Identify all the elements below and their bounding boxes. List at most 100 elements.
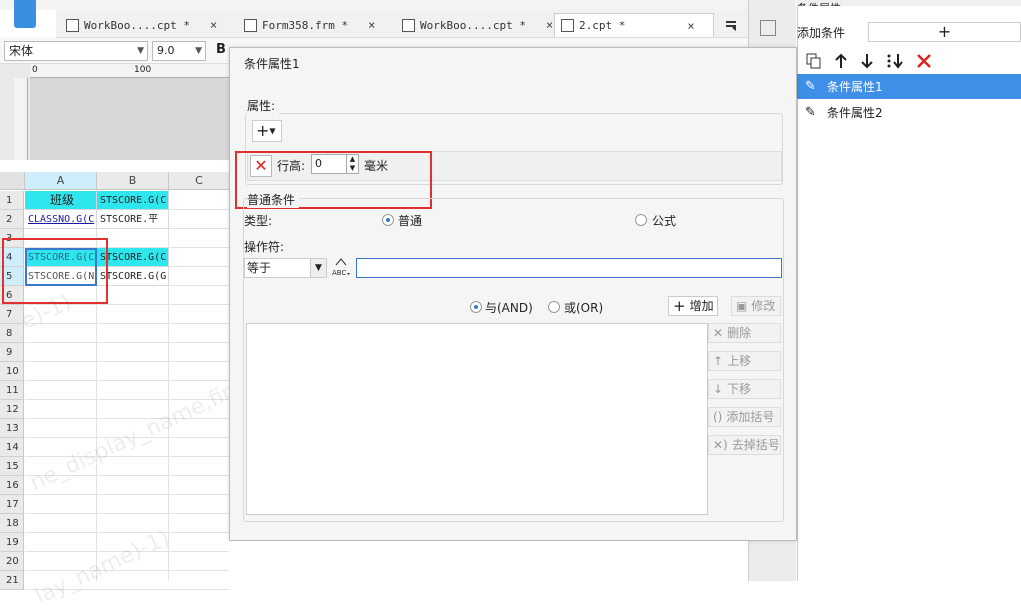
- add-condition-button[interactable]: +: [868, 22, 1021, 42]
- type-ordinary-label[interactable]: 普通: [398, 212, 422, 229]
- close-icon[interactable]: ×: [368, 18, 375, 32]
- row-header[interactable]: 18: [0, 514, 24, 533]
- font-size-select[interactable]: 9.0 ▼: [152, 41, 206, 61]
- grid-line: [25, 532, 230, 533]
- type-formula-radio[interactable]: [635, 214, 647, 226]
- title-bar: [0, 0, 748, 10]
- logic-and-radio[interactable]: [470, 301, 482, 313]
- close-icon: ✕: [713, 326, 724, 340]
- move-up-button[interactable]: ↑ 上移: [708, 351, 781, 371]
- delete-button-label: 删除: [727, 326, 752, 340]
- grid-icon: [402, 18, 415, 32]
- row-header[interactable]: 1: [0, 191, 24, 210]
- column-header-a[interactable]: A: [25, 172, 97, 190]
- cell-a2[interactable]: CLASSNO.G(C: [25, 210, 97, 229]
- condition-item-2[interactable]: ✎ 条件属性2: [797, 100, 1021, 125]
- remove-bracket-icon: ✕): [713, 438, 728, 452]
- add-button[interactable]: + 增加: [668, 296, 718, 316]
- chevron-down-icon: ▼: [137, 46, 144, 56]
- row-header[interactable]: 9: [0, 343, 24, 362]
- cell-a1[interactable]: 班级: [25, 191, 97, 210]
- arrow-up-icon: ↑: [713, 354, 724, 368]
- close-icon[interactable]: ×: [546, 18, 553, 32]
- ruler-mark: 100: [134, 65, 152, 75]
- operator-value: 等于: [247, 261, 272, 275]
- edit-button[interactable]: ▣ 修改: [731, 296, 781, 316]
- arrow-down-icon: ↓: [713, 382, 724, 396]
- spreadsheet-grid[interactable]: [0, 172, 230, 581]
- row-header[interactable]: 19: [0, 533, 24, 552]
- row-header[interactable]: 10: [0, 362, 24, 381]
- tab-2-cpt[interactable]: 2.cpt * ×: [554, 13, 714, 37]
- select-all-corner[interactable]: [0, 172, 25, 190]
- logic-and-label[interactable]: 与(AND): [485, 299, 533, 316]
- row-header[interactable]: 14: [0, 438, 24, 457]
- condition-list[interactable]: [246, 323, 708, 515]
- grid-line: [25, 323, 230, 324]
- row-header[interactable]: 15: [0, 457, 24, 476]
- close-icon[interactable]: ×: [687, 19, 694, 33]
- tab-label: WorkBoo....cpt *: [84, 18, 190, 32]
- grid-line: [25, 361, 230, 362]
- row-header[interactable]: 2: [0, 210, 24, 229]
- move-up-label: 上移: [727, 354, 752, 368]
- row-header[interactable]: 16: [0, 476, 24, 495]
- grid-line: [25, 494, 230, 495]
- svg-text:ABC: ABC: [332, 269, 346, 277]
- type-formula-label[interactable]: 公式: [652, 212, 676, 229]
- copy-icon[interactable]: [806, 53, 822, 69]
- tab-workbook-1[interactable]: WorkBoo....cpt * ×: [66, 13, 217, 37]
- condition-toolbar: [800, 50, 1020, 72]
- cell-b1[interactable]: STSCORE.G(C: [97, 191, 169, 210]
- pencil-icon: ✎: [805, 105, 816, 120]
- logic-or-label[interactable]: 或(OR): [564, 299, 603, 316]
- tab-label: Form358.frm *: [262, 18, 349, 32]
- app-logo-icon[interactable]: [14, 0, 36, 28]
- operator-select[interactable]: 等于 ▼: [244, 258, 327, 278]
- bold-button[interactable]: B: [216, 42, 226, 57]
- value-type-icon[interactable]: ABC: [332, 257, 352, 279]
- type-ordinary-radio[interactable]: [382, 214, 394, 226]
- delete-button[interactable]: ✕ 删除: [708, 323, 781, 343]
- dialog-title: 条件属性1: [244, 57, 300, 71]
- row-header[interactable]: 17: [0, 495, 24, 514]
- add-bracket-label: 添加括号: [726, 410, 775, 424]
- form-icon: [244, 18, 257, 32]
- font-family-select[interactable]: 宋体 ▼: [4, 41, 148, 61]
- add-condition-label: 添加条件: [797, 26, 846, 40]
- canvas-area[interactable]: [30, 78, 230, 160]
- row-header[interactable]: 12: [0, 400, 24, 419]
- font-value: 宋体: [9, 44, 34, 58]
- column-header-c[interactable]: C: [169, 172, 230, 190]
- arrow-up-icon[interactable]: [834, 53, 848, 69]
- row-header[interactable]: 8: [0, 324, 24, 343]
- move-down-button[interactable]: ↓ 下移: [708, 379, 781, 399]
- logic-or-radio[interactable]: [548, 301, 560, 313]
- column-header-b[interactable]: B: [97, 172, 169, 190]
- remove-bracket-button[interactable]: ✕) 去掉括号: [708, 435, 781, 455]
- arrow-down-icon[interactable]: [860, 53, 874, 69]
- cell-b2[interactable]: STSCORE.平: [97, 210, 169, 229]
- close-icon[interactable]: ×: [210, 18, 217, 32]
- move-bottom-icon[interactable]: [886, 53, 904, 69]
- grid-line: [25, 570, 230, 571]
- tab-workbook-2[interactable]: WorkBoo....cpt * ×: [402, 13, 553, 37]
- add-attribute-button[interactable]: +▼: [252, 120, 282, 142]
- operator-label: 操作符:: [244, 240, 285, 254]
- normal-condition-label: 普通条件: [247, 191, 300, 208]
- tab-form358[interactable]: Form358.frm * ×: [244, 13, 375, 37]
- edit-button-label: 修改: [751, 299, 776, 313]
- add-bracket-button[interactable]: () 添加括号: [708, 407, 781, 427]
- row-header[interactable]: 11: [0, 381, 24, 400]
- condition-item-1[interactable]: ✎ 条件属性1: [797, 74, 1021, 99]
- value-input[interactable]: [356, 258, 782, 278]
- plus-icon: +: [256, 121, 270, 140]
- chevron-down-icon: ▼: [310, 259, 326, 277]
- row-header[interactable]: 20: [0, 552, 24, 571]
- row-header[interactable]: 13: [0, 419, 24, 438]
- tab-menu-icon[interactable]: [724, 18, 738, 32]
- delete-icon[interactable]: [916, 53, 932, 69]
- grid-icon[interactable]: [760, 20, 776, 36]
- ruler-mark: 0: [32, 65, 38, 75]
- font-size-value: 9.0: [157, 44, 175, 57]
